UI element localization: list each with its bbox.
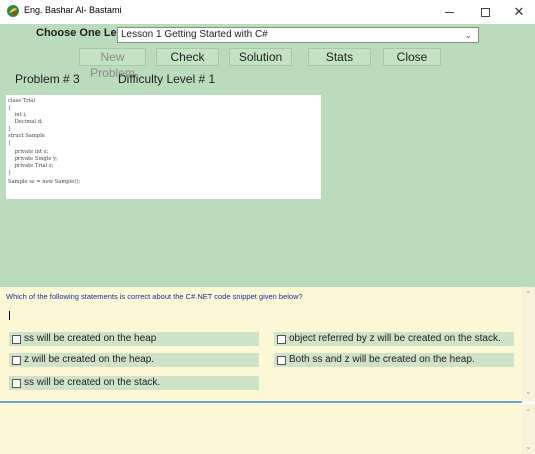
option-label: object referred by z will be created on … bbox=[289, 333, 501, 344]
scroll-up-icon[interactable]: ⌃ bbox=[525, 408, 532, 417]
code-line: class Trial bbox=[8, 98, 35, 104]
checkbox-icon[interactable] bbox=[12, 355, 21, 365]
problem-panel: Choose One Lesson Lesson 1 Getting Start… bbox=[0, 24, 535, 287]
checkbox-icon[interactable] bbox=[277, 334, 286, 344]
lesson-dropdown[interactable]: Lesson 1 Getting Started with C# ⌄ bbox=[117, 27, 479, 43]
scroll-down-icon[interactable]: ⌄ bbox=[525, 387, 532, 396]
explanation-panel[interactable] bbox=[0, 404, 522, 454]
code-line: { bbox=[8, 140, 12, 146]
panel-divider bbox=[0, 401, 522, 403]
check-button[interactable]: Check bbox=[156, 48, 219, 66]
code-line: Sample ss = new Sample(); bbox=[8, 179, 81, 185]
option-label: z will be created on the heap. bbox=[24, 354, 155, 365]
code-line: } bbox=[8, 126, 12, 132]
new-problem-button[interactable]: New Problem bbox=[79, 48, 146, 80]
maximize-button[interactable] bbox=[467, 0, 503, 24]
app-logo-icon bbox=[7, 5, 19, 17]
code-line: private Single y; bbox=[8, 156, 58, 162]
option-checkbox[interactable]: ss will be created on the stack. bbox=[9, 376, 259, 390]
close-icon: ✕ bbox=[513, 4, 525, 19]
minimize-button[interactable] bbox=[431, 0, 467, 24]
option-label: Both ss and z will be created on the hea… bbox=[289, 354, 475, 365]
difficulty-level: Difficulty Level # 1 bbox=[118, 72, 216, 86]
code-line: Decimal d; bbox=[8, 119, 43, 125]
code-line: private Trial z; bbox=[8, 163, 54, 169]
title-bar: Eng. Bashar Al- Bastami ✕ bbox=[0, 0, 535, 24]
option-checkbox[interactable]: ss will be created on the heap bbox=[9, 332, 259, 346]
option-checkbox[interactable]: Both ss and z will be created on the hea… bbox=[274, 353, 514, 367]
stats-button[interactable]: Stats bbox=[308, 48, 371, 66]
chevron-down-icon: ⌄ bbox=[464, 30, 472, 40]
question-scrollbar[interactable]: ⌃ ⌄ bbox=[522, 287, 535, 401]
question-panel: Which of the following statements is cor… bbox=[0, 287, 522, 401]
text-cursor bbox=[9, 311, 10, 320]
code-line: private int x; bbox=[8, 149, 49, 155]
code-line: int i; bbox=[8, 112, 27, 118]
scroll-up-icon[interactable]: ⌃ bbox=[525, 290, 532, 299]
code-line: } bbox=[8, 170, 12, 176]
option-label: ss will be created on the heap bbox=[24, 333, 157, 344]
explanation-scrollbar[interactable]: ⌃ ⌄ bbox=[522, 404, 535, 454]
maximize-icon bbox=[480, 7, 490, 17]
minimize-icon bbox=[444, 11, 454, 13]
close-window-button[interactable]: ✕ bbox=[501, 0, 535, 24]
solution-button[interactable]: Solution bbox=[229, 48, 292, 66]
code-line: { bbox=[8, 105, 12, 111]
close-button[interactable]: Close bbox=[383, 48, 441, 66]
checkbox-icon[interactable] bbox=[12, 334, 21, 344]
option-checkbox[interactable]: object referred by z will be created on … bbox=[274, 332, 514, 346]
scroll-down-icon[interactable]: ⌄ bbox=[525, 442, 532, 451]
question-text: Which of the following statements is cor… bbox=[6, 292, 303, 301]
window-title: Eng. Bashar Al- Bastami bbox=[24, 5, 122, 15]
problem-number: Problem # 3 bbox=[15, 72, 80, 86]
code-line: struct Sample bbox=[8, 133, 45, 139]
checkbox-icon[interactable] bbox=[277, 355, 286, 365]
code-snippet: class Trial { int i; Decimal d; } struct… bbox=[6, 95, 321, 199]
option-label: ss will be created on the stack. bbox=[24, 377, 161, 388]
lesson-selected-value: Lesson 1 Getting Started with C# bbox=[121, 29, 268, 40]
option-checkbox[interactable]: z will be created on the heap. bbox=[9, 353, 259, 367]
checkbox-icon[interactable] bbox=[12, 378, 21, 388]
